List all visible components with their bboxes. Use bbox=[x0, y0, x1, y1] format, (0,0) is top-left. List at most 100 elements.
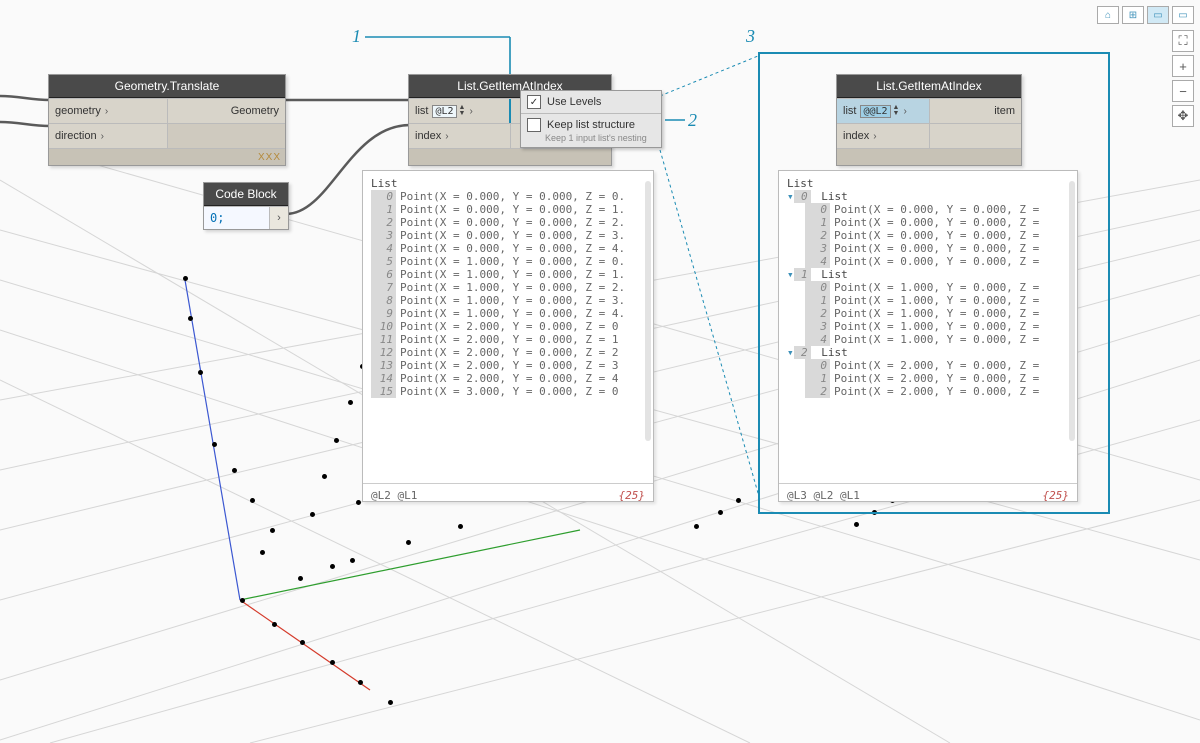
chevron-right-icon: › bbox=[97, 131, 108, 142]
keep-structure-label: Keep list structure bbox=[547, 119, 635, 131]
list-item[interactable]: 2Point(X = 1.000, Y = 0.000, Z = bbox=[787, 307, 1069, 320]
geometry-point bbox=[736, 498, 741, 503]
list-item[interactable]: 9Point(X = 1.000, Y = 0.000, Z = 4. bbox=[371, 307, 645, 320]
node-code-block[interactable]: Code Block 0; › bbox=[203, 182, 289, 230]
list-item[interactable]: 4Point(X = 0.000, Y = 0.000, Z = 4. bbox=[371, 242, 645, 255]
node-geometry-translate[interactable]: Geometry.Translate geometry› Geometry di… bbox=[48, 74, 286, 166]
output-preview-2[interactable]: List ▾0 List0Point(X = 0.000, Y = 0.000,… bbox=[778, 170, 1078, 502]
geometry-point bbox=[350, 558, 355, 563]
node-lacing[interactable]: XXX bbox=[49, 148, 285, 165]
list-item[interactable]: 2Point(X = 2.000, Y = 0.000, Z = bbox=[787, 385, 1069, 398]
chevron-right-icon: › bbox=[441, 131, 452, 142]
list-item[interactable]: 4Point(X = 0.000, Y = 0.000, Z = bbox=[787, 255, 1069, 268]
list-item[interactable]: 8Point(X = 1.000, Y = 0.000, Z = 3. bbox=[371, 294, 645, 307]
zoom-in-button[interactable]: + bbox=[1172, 55, 1194, 77]
checkbox-checked-icon[interactable]: ✓ bbox=[527, 95, 541, 109]
node-title: List.GetItemAtIndex bbox=[837, 75, 1021, 98]
list-item[interactable]: 1Point(X = 2.000, Y = 0.000, Z = bbox=[787, 372, 1069, 385]
output-preview-1[interactable]: List 0Point(X = 0.000, Y = 0.000, Z = 0.… bbox=[362, 170, 654, 502]
list-item[interactable]: 14Point(X = 2.000, Y = 0.000, Z = 4 bbox=[371, 372, 645, 385]
pan-button[interactable]: ✥ bbox=[1172, 105, 1194, 127]
chevron-right-icon: › bbox=[899, 106, 910, 117]
level-indicator[interactable]: @L2 @L1 bbox=[371, 489, 417, 502]
list-item[interactable]: 15Point(X = 3.000, Y = 0.000, Z = 0 bbox=[371, 385, 645, 398]
port-list[interactable]: list @L2 ▲▼ › bbox=[409, 99, 509, 123]
port-index[interactable]: index› bbox=[837, 124, 929, 148]
list-item[interactable]: 10Point(X = 2.000, Y = 0.000, Z = 0 bbox=[371, 320, 645, 333]
list-item[interactable]: 0Point(X = 1.000, Y = 0.000, Z = bbox=[787, 281, 1069, 294]
node-getitematindex-2[interactable]: List.GetItemAtIndex list @@L2 ▲▼ › item … bbox=[836, 74, 1022, 166]
annotation-2: 2 bbox=[688, 110, 697, 131]
node-title: Geometry.Translate bbox=[49, 75, 285, 98]
list-item[interactable]: 0Point(X = 0.000, Y = 0.000, Z = bbox=[787, 203, 1069, 216]
scrollbar[interactable] bbox=[645, 181, 651, 441]
geometry-point bbox=[406, 540, 411, 545]
geometry-point bbox=[188, 316, 193, 321]
list-item[interactable]: 1Point(X = 0.000, Y = 0.000, Z = bbox=[787, 216, 1069, 229]
list-item[interactable]: 0Point(X = 0.000, Y = 0.000, Z = 0. bbox=[371, 190, 645, 203]
preview-header: List bbox=[787, 177, 1069, 190]
list-item[interactable]: 0Point(X = 2.000, Y = 0.000, Z = bbox=[787, 359, 1069, 372]
port-out[interactable]: › bbox=[270, 207, 288, 229]
node-title: Code Block bbox=[204, 183, 288, 206]
geometry-point bbox=[330, 564, 335, 569]
list-item[interactable]: 7Point(X = 1.000, Y = 0.000, Z = 2. bbox=[371, 281, 645, 294]
chevron-right-icon: › bbox=[465, 106, 476, 117]
geometry-point bbox=[718, 510, 723, 515]
geometry-point bbox=[250, 498, 255, 503]
list-item[interactable]: 1Point(X = 0.000, Y = 0.000, Z = 1. bbox=[371, 203, 645, 216]
node-lacing[interactable] bbox=[409, 148, 611, 165]
geometry-point bbox=[212, 442, 217, 447]
list-group[interactable]: ▾0 List bbox=[787, 190, 1069, 203]
list-item[interactable]: 6Point(X = 1.000, Y = 0.000, Z = 1. bbox=[371, 268, 645, 281]
keep-structure-hint: Keep 1 input list's nesting bbox=[521, 133, 661, 147]
list-item[interactable]: 11Point(X = 2.000, Y = 0.000, Z = 1 bbox=[371, 333, 645, 346]
list-item[interactable]: 2Point(X = 0.000, Y = 0.000, Z = 2. bbox=[371, 216, 645, 229]
checkbox-unchecked-icon[interactable] bbox=[527, 118, 541, 132]
list-item[interactable]: 3Point(X = 0.000, Y = 0.000, Z = bbox=[787, 242, 1069, 255]
port-out-item[interactable]: item bbox=[929, 99, 1022, 123]
geometry-point bbox=[348, 400, 353, 405]
level-selector[interactable]: @L2 bbox=[432, 105, 456, 118]
code-input[interactable]: 0; bbox=[204, 207, 270, 229]
view-mode-button-2[interactable]: ⊞ bbox=[1122, 6, 1144, 24]
list-group[interactable]: ▾1 List bbox=[787, 268, 1069, 281]
zoom-fit-button[interactable]: ⛶ bbox=[1172, 30, 1194, 52]
view-mode-button-3[interactable]: ▭ bbox=[1147, 6, 1169, 24]
port-direction[interactable]: direction› bbox=[49, 124, 167, 148]
list-item[interactable]: 13Point(X = 2.000, Y = 0.000, Z = 3 bbox=[371, 359, 645, 372]
list-group[interactable]: ▾2 List bbox=[787, 346, 1069, 359]
list-item[interactable]: 3Point(X = 0.000, Y = 0.000, Z = 3. bbox=[371, 229, 645, 242]
node-lacing[interactable] bbox=[837, 148, 1021, 165]
geometry-point bbox=[854, 522, 859, 527]
geometry-point bbox=[458, 524, 463, 529]
level-spinner[interactable]: ▲▼ bbox=[893, 105, 900, 117]
use-levels-option[interactable]: ✓ Use Levels bbox=[521, 91, 661, 113]
list-item[interactable]: 4Point(X = 1.000, Y = 0.000, Z = bbox=[787, 333, 1069, 346]
view-toolbar: ⌂ ⊞ ▭ ▭ bbox=[1097, 6, 1194, 24]
level-indicator[interactable]: @L3 @L2 @L1 bbox=[787, 489, 860, 502]
item-count: {25} bbox=[1043, 489, 1070, 502]
annotation-1: 1 bbox=[352, 26, 361, 47]
port-geometry[interactable]: geometry› bbox=[49, 99, 167, 123]
geometry-point bbox=[356, 500, 361, 505]
list-item[interactable]: 5Point(X = 1.000, Y = 0.000, Z = 0. bbox=[371, 255, 645, 268]
nav-controls: ⛶ + − ✥ bbox=[1172, 30, 1194, 127]
preview-body[interactable]: List ▾0 List0Point(X = 0.000, Y = 0.000,… bbox=[779, 171, 1077, 483]
view-mode-button-4[interactable]: ▭ bbox=[1172, 6, 1194, 24]
geometry-point bbox=[183, 276, 188, 281]
port-out-geometry[interactable]: Geometry bbox=[167, 99, 286, 123]
level-selector[interactable]: @@L2 bbox=[860, 105, 890, 118]
list-item[interactable]: 3Point(X = 1.000, Y = 0.000, Z = bbox=[787, 320, 1069, 333]
list-item[interactable]: 2Point(X = 0.000, Y = 0.000, Z = bbox=[787, 229, 1069, 242]
port-list[interactable]: list @@L2 ▲▼ › bbox=[837, 99, 929, 123]
view-mode-button-1[interactable]: ⌂ bbox=[1097, 6, 1119, 24]
geometry-point bbox=[272, 622, 277, 627]
scrollbar[interactable] bbox=[1069, 181, 1075, 441]
zoom-out-button[interactable]: − bbox=[1172, 80, 1194, 102]
preview-body[interactable]: List 0Point(X = 0.000, Y = 0.000, Z = 0.… bbox=[363, 171, 653, 483]
port-index[interactable]: index› bbox=[409, 124, 510, 148]
level-spinner[interactable]: ▲▼ bbox=[459, 105, 466, 117]
list-item[interactable]: 1Point(X = 1.000, Y = 0.000, Z = bbox=[787, 294, 1069, 307]
list-item[interactable]: 12Point(X = 2.000, Y = 0.000, Z = 2 bbox=[371, 346, 645, 359]
